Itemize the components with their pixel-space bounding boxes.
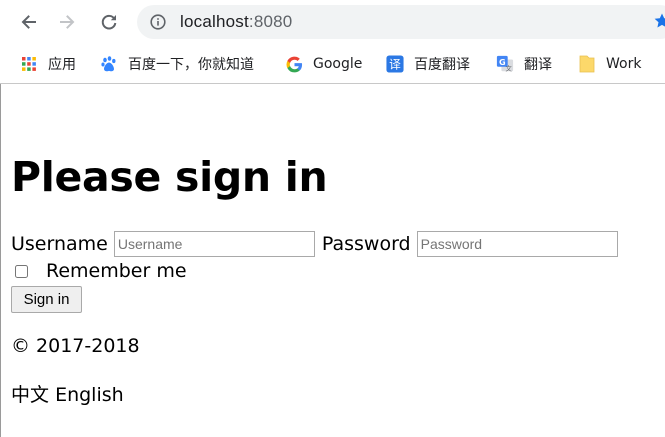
bookmark-translate[interactable]: G 文 翻译 — [496, 53, 552, 75]
lang-link-en[interactable]: English — [55, 384, 124, 406]
password-label: Password — [321, 233, 411, 255]
bookmark-label: 翻译 — [524, 57, 552, 73]
folder-icon — [578, 55, 596, 73]
reload-button[interactable] — [97, 10, 121, 34]
reload-icon — [101, 14, 117, 30]
page-title: Please sign in — [11, 153, 328, 201]
translate-badge-icon: 译 — [386, 55, 404, 73]
sign-in-button[interactable]: Sign in — [11, 286, 82, 313]
url-port: :8080 — [248, 12, 293, 31]
address-bar[interactable]: localhost:8080 — [137, 5, 665, 39]
baidu-paw-icon — [100, 55, 118, 73]
remember-me-checkbox[interactable] — [15, 264, 28, 278]
svg-text:文: 文 — [505, 63, 512, 72]
star-icon[interactable] — [653, 12, 665, 30]
remember-row: Remember me — [11, 259, 187, 283]
username-input[interactable] — [113, 231, 315, 257]
bookmark-label: 百度翻译 — [414, 57, 470, 73]
bookmark-baidu[interactable]: 百度一下，你就知道 — [100, 53, 254, 75]
username-label: Username — [11, 233, 108, 255]
credentials-row: Username Password — [11, 230, 618, 258]
bookmark-label: 百度一下，你就知道 — [128, 57, 254, 73]
copyright-text: © 2017-2018 — [11, 335, 140, 357]
arrow-left-icon — [21, 15, 36, 29]
language-switcher: 中文 English — [11, 380, 124, 407]
svg-text:译: 译 — [389, 58, 401, 72]
password-input[interactable] — [416, 231, 618, 257]
remember-me-label: Remember me — [46, 260, 187, 282]
info-icon[interactable] — [150, 14, 166, 30]
bookmark-label: 应用 — [48, 57, 76, 73]
bookmark-apps[interactable]: 应用 — [20, 53, 76, 75]
bookmark-label: Google — [313, 56, 363, 72]
google-g-icon — [285, 55, 303, 73]
url-text[interactable]: localhost:8080 — [180, 12, 292, 32]
forward-button[interactable] — [56, 10, 80, 34]
browser-toolbar: localhost:8080 — [0, 0, 665, 44]
bookmark-baidu-translate[interactable]: 译 百度翻译 — [386, 53, 470, 75]
bookmark-label: Work — [606, 56, 642, 72]
bookmarks-bar: 应用 百度一下，你就知道 Google 译 百度翻译 G 文 翻译 Work — [0, 44, 665, 84]
google-translate-icon: G 文 — [496, 55, 514, 73]
lang-link-zh[interactable]: 中文 — [11, 384, 49, 406]
page-edge — [0, 84, 1, 437]
back-button[interactable] — [16, 10, 40, 34]
bookmark-work-folder[interactable]: Work — [578, 53, 641, 75]
url-host: localhost — [180, 12, 249, 31]
arrow-right-icon — [60, 15, 75, 29]
apps-grid-icon — [20, 55, 38, 73]
bookmark-google[interactable]: Google — [285, 53, 362, 75]
